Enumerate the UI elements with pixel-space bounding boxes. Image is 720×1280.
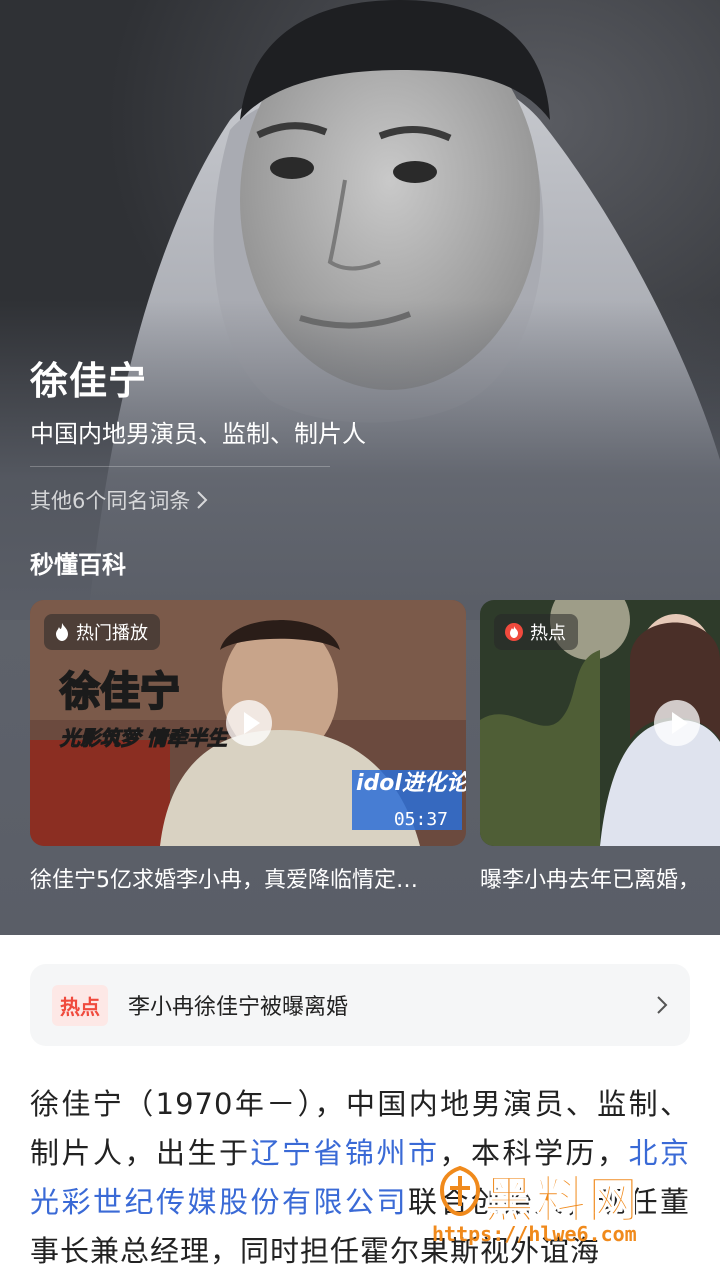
- thumbnail-title: 徐佳宁: [59, 669, 180, 715]
- badge-label: 热点: [530, 623, 566, 644]
- birthplace-link[interactable]: 辽宁省锦州市: [250, 1136, 439, 1170]
- chevron-right-icon: [657, 996, 668, 1014]
- hot-topic-text: 李小冉徐佳宁被曝离婚: [128, 995, 349, 1020]
- flame-icon: [56, 623, 68, 641]
- chevron-right-icon: [197, 491, 208, 509]
- video-caption[interactable]: 曝李小冉去年已离婚，: [480, 862, 720, 894]
- section-title: 秒懂百科: [30, 551, 126, 579]
- play-icon[interactable]: [654, 700, 700, 746]
- watermark-url: https://hlwe6.com: [432, 1222, 637, 1246]
- video-card[interactable]: 热点: [480, 600, 720, 846]
- hero-section: 徐佳宁 中国内地男演员、监制、制片人 其他6个同名词条 秒懂百科 徐佳宁 光影筑…: [0, 0, 720, 935]
- video-duration: 05:37: [393, 809, 448, 830]
- play-icon[interactable]: [226, 700, 272, 746]
- other-entries-label: 其他6个同名词条: [30, 489, 191, 513]
- watermark-logo-icon: [439, 1166, 481, 1216]
- badge-label: 热门播放: [76, 623, 148, 644]
- profile-subtitle: 中国内地男演员、监制、制片人: [30, 420, 366, 448]
- hot-tag: 热点: [52, 984, 108, 1026]
- flame-icon: [505, 623, 523, 641]
- divider: [30, 466, 330, 467]
- hot-topic-bar[interactable]: 热点 李小冉徐佳宁被曝离婚: [30, 964, 690, 1046]
- thumbnail-brand: idol进化论: [356, 771, 466, 796]
- video-caption[interactable]: 徐佳宁5亿求婚李小冉，真爱降临情定…: [30, 862, 466, 894]
- other-entries-link[interactable]: 其他6个同名词条: [30, 485, 208, 515]
- video-badge: 热门播放: [44, 614, 160, 650]
- page-title: 徐佳宁: [30, 359, 148, 403]
- video-card[interactable]: 徐佳宁 光影筑梦 情牵半生 idol进化论 热门播放 05:37: [30, 600, 466, 846]
- video-badge: 热点: [494, 614, 578, 650]
- thumbnail-subtitle: 光影筑梦 情牵半生: [59, 726, 229, 750]
- watermark: 黑料网 https://hlwe6.com: [432, 1160, 702, 1260]
